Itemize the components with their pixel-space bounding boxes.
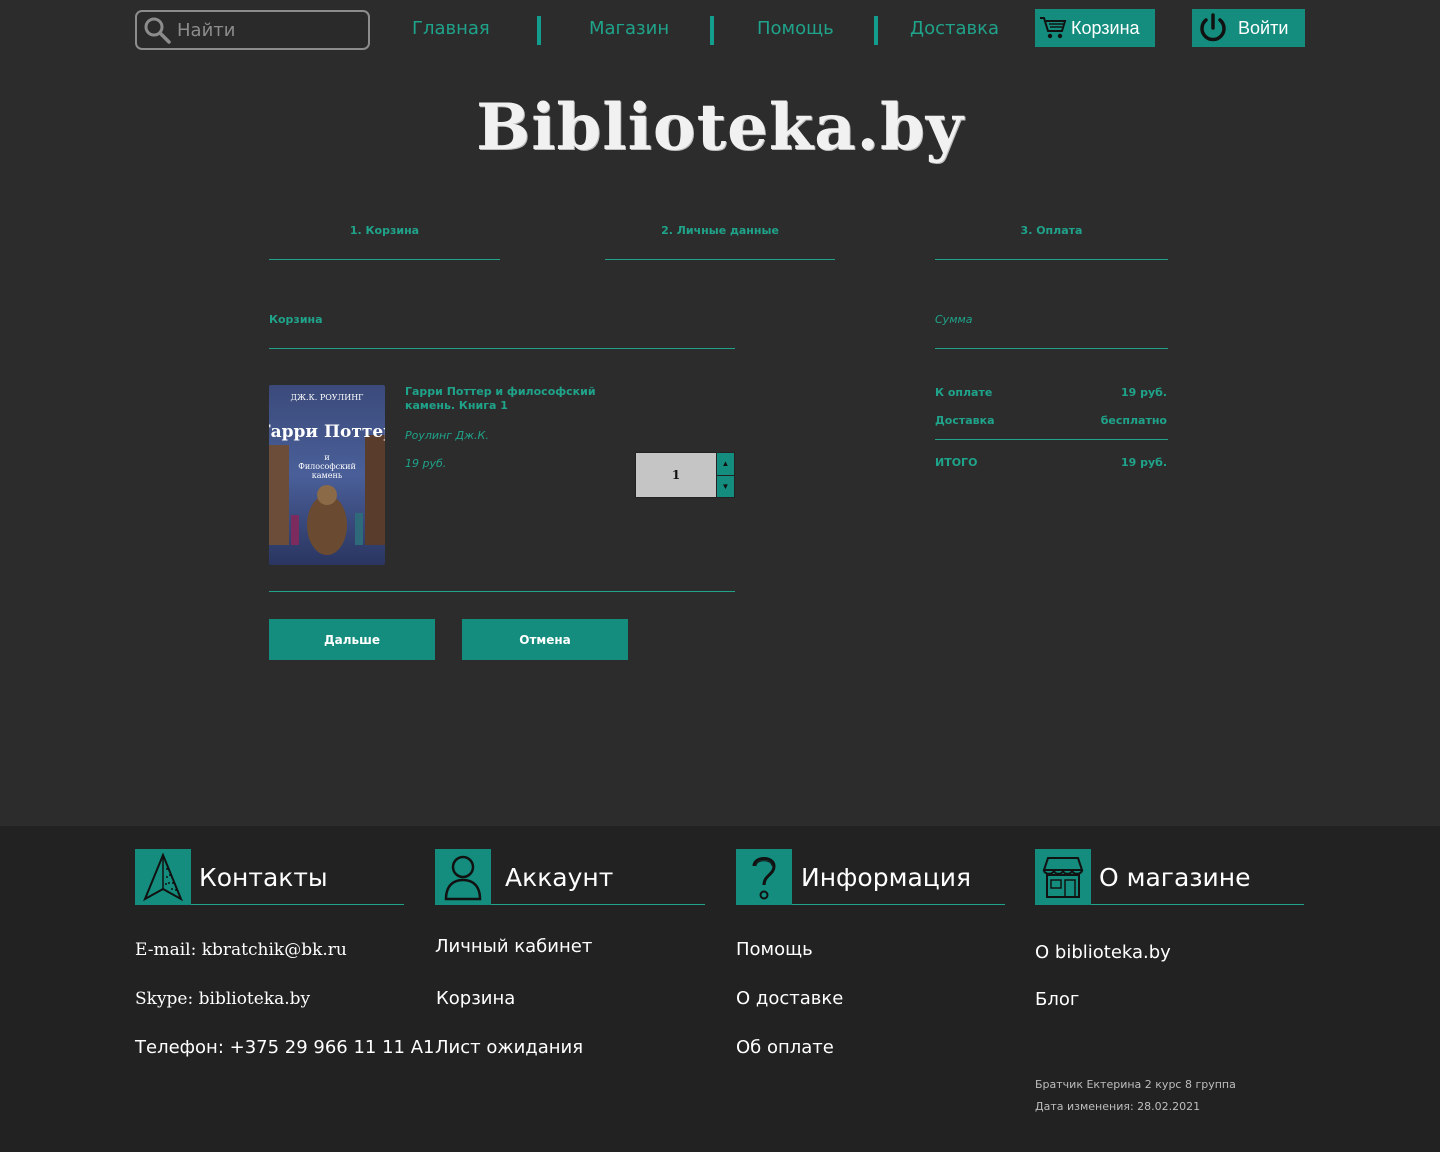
summary-delivery-row: Доставка бесплатно	[935, 414, 1167, 427]
power-icon	[1200, 13, 1226, 42]
footer-email[interactable]: E-mail: kbratchik@bk.ru	[135, 940, 347, 960]
quantity-decrease-button[interactable]: ▼	[716, 474, 734, 497]
cancel-button[interactable]: Отмена	[462, 619, 628, 660]
site-logo[interactable]: Biblioteka.by	[0, 90, 1440, 165]
footer-link-help[interactable]: Помощь	[736, 939, 813, 960]
footer-divider	[1091, 904, 1304, 905]
summary-to-pay-label: К оплате	[935, 386, 993, 399]
step-personal: 2. Личные данные	[605, 224, 835, 260]
nav-help[interactable]: Помощь	[757, 18, 834, 39]
footer-shop-heading: О магазине	[1035, 849, 1251, 905]
summary-delivery-value: бесплатно	[1100, 414, 1167, 427]
cart-icon	[1040, 17, 1067, 39]
footer-divider	[792, 904, 1005, 905]
book-author: Роулинг Дж.К.	[405, 429, 489, 442]
nav-divider	[710, 16, 714, 45]
summary-to-pay-row: К оплате 19 руб.	[935, 386, 1167, 399]
footer-phone[interactable]: Телефон: +375 29 966 11 11 A1	[135, 1037, 435, 1058]
step-payment: 3. Оплата	[935, 224, 1168, 260]
search-input[interactable]	[177, 19, 357, 41]
login-label: Войти	[1238, 17, 1289, 38]
book-title[interactable]: Гарри Поттер и философский камень. Книга…	[405, 385, 625, 413]
cover-author: ДЖ.К. РОУЛИНГ	[291, 393, 364, 402]
summary-delivery-label: Доставка	[935, 414, 995, 427]
footer-contacts-heading: Контакты	[135, 849, 328, 905]
footer-link-payment[interactable]: Об оплате	[736, 1037, 834, 1058]
cart-section-title: Корзина	[269, 313, 735, 349]
navigation-arrow-icon	[135, 849, 191, 905]
quantity-increase-button[interactable]: ▲	[716, 453, 734, 475]
footer-contacts-title: Контакты	[199, 862, 328, 892]
footer-account-title: Аккаунт	[505, 862, 614, 892]
footer-skype[interactable]: Skype: biblioteka.by	[135, 989, 310, 1009]
book-price: 19 руб.	[405, 457, 447, 470]
cart-label: Корзина	[1071, 17, 1140, 38]
footer-modified-date: Дата изменения: 28.02.2021	[1035, 1100, 1201, 1113]
login-button[interactable]: Войти	[1192, 9, 1305, 47]
footer-info-title: Информация	[801, 862, 972, 892]
footer-link-cart[interactable]: Корзина	[436, 988, 515, 1009]
cover-sub1: Философский	[298, 462, 356, 471]
summary-section-title: Сумма	[935, 313, 1168, 349]
cover-title: Гарри Поттер	[269, 422, 385, 442]
nav-delivery[interactable]: Доставка	[910, 18, 999, 39]
footer-divider	[491, 904, 705, 905]
user-icon	[435, 849, 491, 905]
footer-link-blog[interactable]: Блог	[1035, 989, 1079, 1010]
nav-home[interactable]: Главная	[412, 18, 490, 39]
summary-to-pay-value: 19 руб.	[1120, 386, 1167, 399]
cover-conj: и	[324, 453, 329, 462]
quantity-stepper[interactable]: 1 ▲ ▼	[635, 452, 735, 498]
footer-link-account[interactable]: Личный кабинет	[435, 936, 592, 957]
cart-button[interactable]: Корзина	[1035, 9, 1155, 47]
cart-divider	[269, 591, 735, 592]
next-button[interactable]: Дальше	[269, 619, 435, 660]
nav-divider	[537, 16, 541, 45]
quantity-value[interactable]: 1	[636, 453, 716, 497]
nav-divider	[874, 16, 878, 45]
footer-info-heading: Информация	[736, 849, 971, 905]
footer-link-about[interactable]: О biblioteka.by	[1035, 942, 1171, 963]
store-icon	[1035, 849, 1091, 905]
summary-divider	[935, 439, 1168, 440]
search-box[interactable]	[135, 10, 370, 50]
footer-link-waitlist[interactable]: Лист ожидания	[435, 1037, 583, 1058]
summary-total-label: ИТОГО	[935, 456, 978, 469]
footer-shop-title: О магазине	[1099, 862, 1251, 892]
summary-total-value: 19 руб.	[1120, 456, 1167, 469]
footer-divider	[191, 904, 404, 905]
footer-author-note: Братчик Ектерина 2 курс 8 группа	[1035, 1078, 1236, 1091]
footer-account-heading: Аккаунт	[435, 849, 613, 905]
summary-total-row: ИТОГО 19 руб.	[935, 456, 1167, 469]
nav-shop[interactable]: Магазин	[589, 18, 669, 39]
book-cover-image[interactable]: ДЖ.К. РОУЛИНГ Гарри Поттер и Философский…	[269, 385, 385, 565]
cover-sub2: камень	[312, 471, 343, 480]
step-cart: 1. Корзина	[269, 224, 500, 260]
footer-link-delivery[interactable]: О доставке	[736, 988, 843, 1009]
question-mark-icon	[736, 849, 792, 905]
search-icon	[144, 17, 171, 44]
